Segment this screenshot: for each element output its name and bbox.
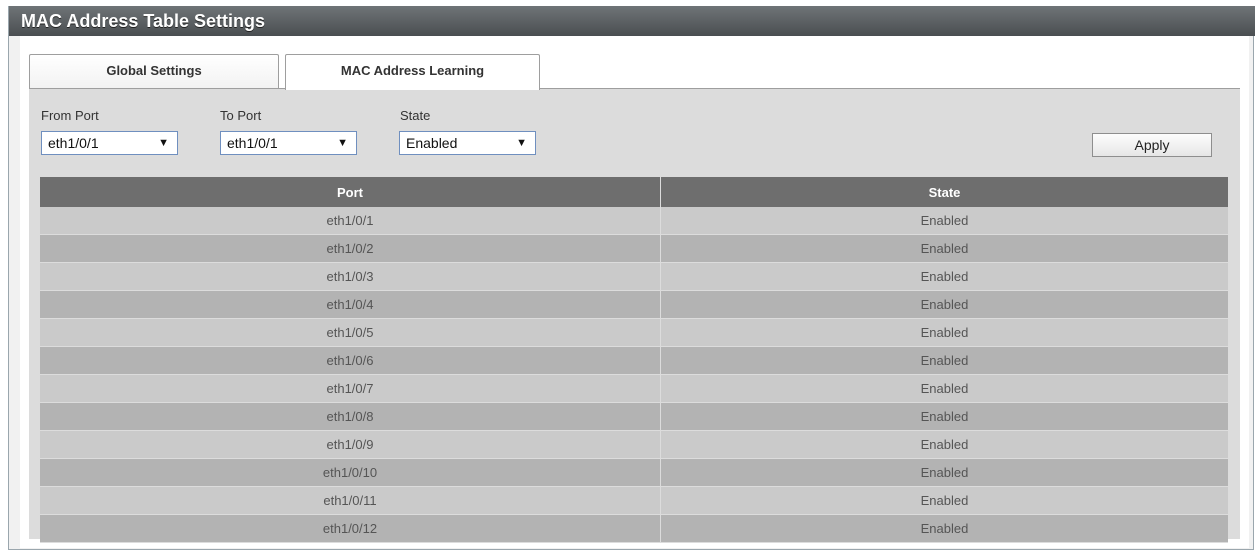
- column-header-state: State: [660, 177, 1228, 207]
- tab-bar: Global Settings MAC Address Learning: [29, 54, 1240, 90]
- settings-window: MAC Address Table Settings Global Settin…: [8, 6, 1255, 550]
- table-row: eth1/0/10 Enabled: [40, 458, 1228, 487]
- to-port-select[interactable]: eth1/0/1 ▼: [220, 131, 357, 155]
- page-title: MAC Address Table Settings: [9, 6, 1255, 36]
- port-cell: eth1/0/5: [40, 318, 661, 347]
- to-port-value: eth1/0/1: [227, 135, 278, 151]
- table-row: eth1/0/12 Enabled: [40, 514, 1228, 543]
- to-port-label: To Port: [220, 108, 262, 123]
- table-row: eth1/0/4 Enabled: [40, 290, 1228, 319]
- table-row: eth1/0/7 Enabled: [40, 374, 1228, 403]
- port-cell: eth1/0/8: [40, 402, 661, 431]
- table-row: eth1/0/5 Enabled: [40, 318, 1228, 347]
- port-cell: eth1/0/9: [40, 430, 661, 459]
- port-cell: eth1/0/1: [40, 207, 661, 235]
- from-port-value: eth1/0/1: [48, 135, 99, 151]
- port-cell: eth1/0/6: [40, 346, 661, 375]
- settings-panel: From Port eth1/0/1 ▼ To Port eth1/0/1 ▼ …: [29, 89, 1240, 543]
- state-cell: Enabled: [660, 290, 1228, 319]
- table-row: eth1/0/2 Enabled: [40, 234, 1228, 263]
- port-cell: eth1/0/3: [40, 262, 661, 291]
- state-cell: Enabled: [660, 262, 1228, 291]
- state-cell: Enabled: [660, 374, 1228, 403]
- port-cell: eth1/0/12: [40, 514, 661, 543]
- apply-button[interactable]: Apply: [1092, 133, 1212, 157]
- port-cell: eth1/0/11: [40, 486, 661, 515]
- table-row: eth1/0/6 Enabled: [40, 346, 1228, 375]
- port-cell: eth1/0/7: [40, 374, 661, 403]
- from-port-select[interactable]: eth1/0/1 ▼: [41, 131, 178, 155]
- state-cell: Enabled: [660, 486, 1228, 515]
- state-cell: Enabled: [660, 318, 1228, 347]
- port-state-table: Port State eth1/0/1 Enabled eth1/0/2 Enabl…: [40, 177, 1228, 543]
- table-row: eth1/0/11 Enabled: [40, 486, 1228, 515]
- table-row: eth1/0/1 Enabled: [40, 207, 1228, 235]
- state-cell: Enabled: [660, 402, 1228, 431]
- port-cell: eth1/0/4: [40, 290, 661, 319]
- state-cell: Enabled: [660, 430, 1228, 459]
- state-value: Enabled: [406, 135, 458, 151]
- state-cell: Enabled: [660, 207, 1228, 235]
- table-row: eth1/0/9 Enabled: [40, 430, 1228, 459]
- chevron-down-icon: ▼: [337, 137, 348, 149]
- port-cell: eth1/0/2: [40, 234, 661, 263]
- chevron-down-icon: ▼: [516, 137, 527, 149]
- state-cell: Enabled: [660, 458, 1228, 487]
- chevron-down-icon: ▼: [158, 137, 169, 149]
- from-port-label: From Port: [41, 108, 99, 123]
- content-area: Global Settings MAC Address Learning Fro…: [20, 36, 1249, 548]
- port-cell: eth1/0/10: [40, 458, 661, 487]
- column-header-port: Port: [40, 177, 661, 207]
- tab-global-settings[interactable]: Global Settings: [29, 54, 279, 89]
- state-cell: Enabled: [660, 346, 1228, 375]
- tab-mac-address-learning[interactable]: MAC Address Learning: [285, 54, 540, 90]
- state-label: State: [400, 108, 431, 123]
- table-row: eth1/0/8 Enabled: [40, 402, 1228, 431]
- state-select[interactable]: Enabled ▼: [399, 131, 536, 155]
- table-row: eth1/0/3 Enabled: [40, 262, 1228, 291]
- state-cell: Enabled: [660, 514, 1228, 543]
- state-cell: Enabled: [660, 234, 1228, 263]
